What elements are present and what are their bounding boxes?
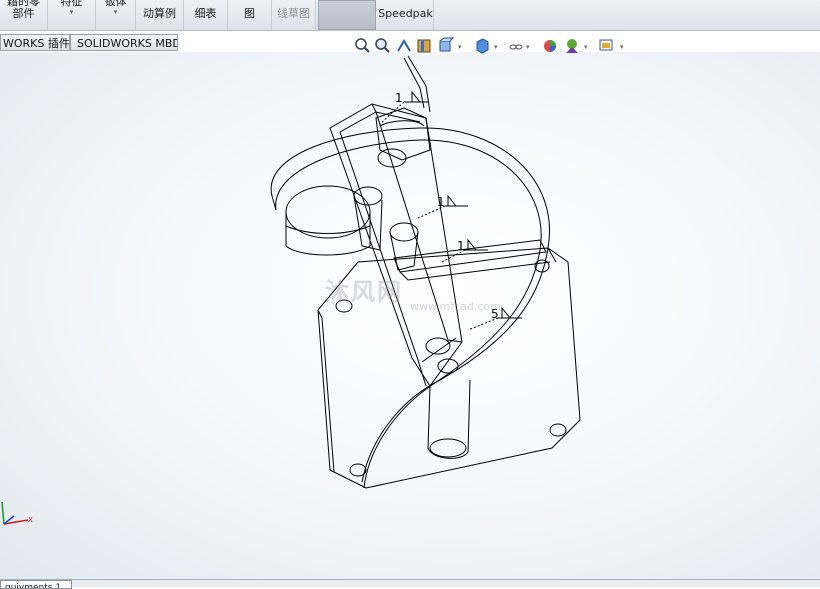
tab-solidworks-mbd[interactable]: SOLIDWORKS MBD [70, 34, 178, 51]
chevron-down-icon[interactable]: ▾ [620, 43, 624, 51]
zoom-to-area-icon[interactable] [374, 37, 390, 55]
chevron-down-icon[interactable]: ▾ [526, 43, 530, 51]
display-style-icon[interactable] [474, 37, 490, 55]
chevron-down-icon: ▾ [113, 8, 118, 16]
chevron-down-icon[interactable]: ▾ [494, 43, 498, 51]
view-settings-icon[interactable] [598, 37, 614, 55]
command-manager: 藉的零 部件 特征 ▾ 钣体 ▾ 动算例 细表 图 线草图 Speedpak [0, 0, 820, 31]
tab-configuration[interactable]: quivments 1 [0, 580, 72, 589]
ribbon-button-sketch[interactable]: 线草图 [272, 0, 316, 30]
ribbon-button-sheet[interactable]: 钣体 ▾ [96, 0, 136, 30]
weld-annotation-3: 1 [457, 239, 465, 253]
reference-triad: X [1, 501, 33, 525]
apply-scene-icon[interactable] [564, 37, 580, 55]
hide-show-items-icon[interactable] [508, 37, 524, 55]
ribbon-button-study[interactable]: 动算例 [136, 0, 184, 30]
zoom-to-fit-icon[interactable] [354, 37, 370, 55]
ribbon-button-active[interactable] [318, 0, 376, 30]
section-view-icon[interactable] [416, 37, 432, 55]
ribbon-button-parts[interactable]: 藉的零 部件 [0, 0, 48, 30]
tab-addins[interactable]: WORKS 插件 [0, 34, 70, 51]
chevron-down-icon: ▾ [69, 8, 74, 16]
previous-view-icon[interactable] [396, 37, 412, 55]
edit-appearance-icon[interactable] [542, 37, 558, 55]
ribbon-button-bom[interactable]: 细表 [184, 0, 228, 30]
wireframe-model: 1 1 1 5 X [1, 55, 581, 525]
watermark: 沐风网 [325, 278, 403, 306]
weld-annotation-2: 1 [437, 195, 445, 209]
watermark-url: www.mfcad.com [410, 300, 501, 313]
ribbon-button-drawing[interactable]: 图 [228, 0, 272, 30]
view-orientation-icon[interactable] [438, 37, 454, 55]
chevron-down-icon[interactable]: ▾ [584, 43, 588, 51]
ribbon-button-speedpak[interactable]: Speedpak [378, 0, 434, 30]
triad-x-label: X [28, 516, 33, 524]
ribbon-button-features[interactable]: 特征 ▾ [48, 0, 96, 30]
weld-annotation-1: 1 [395, 91, 403, 105]
graphics-area[interactable]: 1 1 1 5 X 沐风网 www.mfcad.com [0, 52, 820, 580]
chevron-down-icon[interactable]: ▾ [458, 43, 462, 51]
